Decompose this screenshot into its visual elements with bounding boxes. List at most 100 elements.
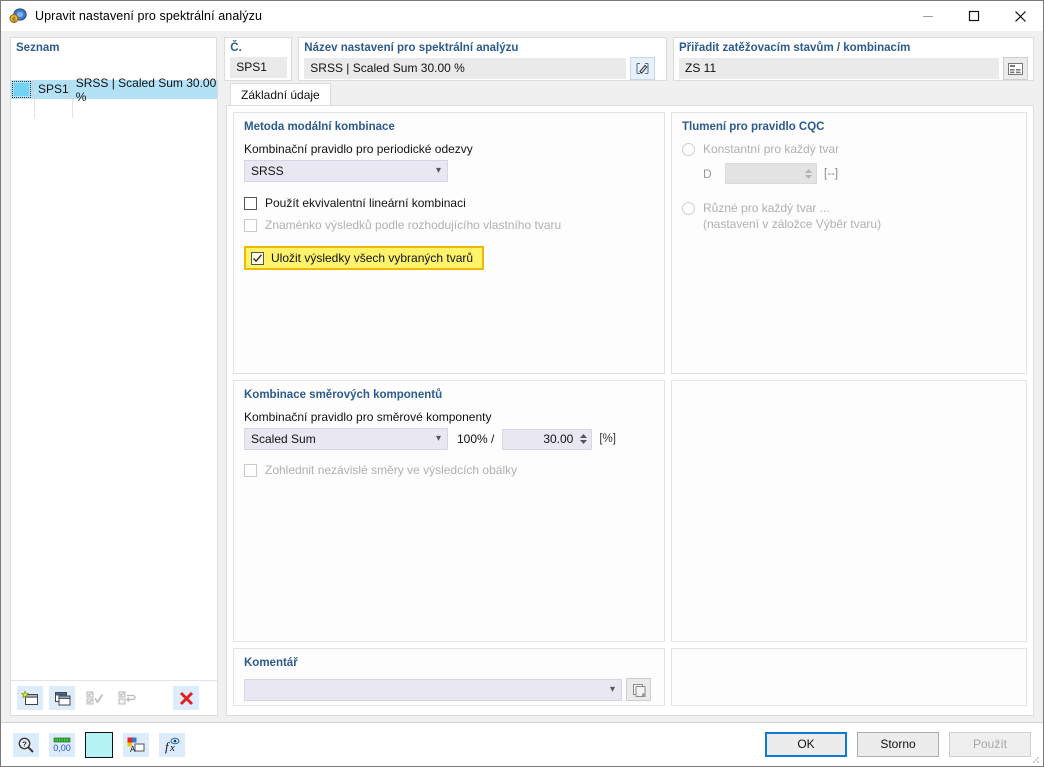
right-column: Tlumení pro pravidlo CQC Konstantní pro … bbox=[671, 112, 1027, 709]
resize-grip[interactable] bbox=[1030, 754, 1040, 764]
modal-combination-title: Metoda modální kombinace bbox=[244, 121, 654, 133]
magnifier-question-icon[interactable]: ? bbox=[13, 733, 39, 757]
checkbox-equivalent-linear[interactable] bbox=[244, 197, 257, 210]
checkbox-sign-of-results-label: Znaménko výsledků podle rozhodujícího vl… bbox=[265, 218, 561, 232]
radio-constant-per-shape-label: Konstantní pro každý tvar bbox=[703, 142, 839, 156]
dialog-buttons: OK Storno Použít bbox=[765, 732, 1031, 757]
number-format-icon[interactable]: 0,00 bbox=[49, 733, 75, 757]
independent-directions-row: Zohlednit nezávislé směry ve výsledcích … bbox=[244, 463, 654, 477]
radio-various-per-shape bbox=[682, 202, 695, 215]
number-field[interactable]: SPS1 bbox=[230, 57, 287, 78]
damping-spare-panel bbox=[671, 380, 1027, 642]
assign-field[interactable]: ZS 11 bbox=[679, 58, 999, 79]
comment-row: ▾ bbox=[244, 678, 654, 701]
radio-constant-per-shape bbox=[682, 143, 695, 156]
tab-zakladni-udaje[interactable]: Základní údaje bbox=[230, 83, 331, 105]
color-swatch bbox=[11, 80, 33, 99]
copy-window-icon[interactable] bbox=[49, 686, 75, 710]
checkbox-independent-directions bbox=[244, 464, 257, 477]
tab-strip: Základní údaje bbox=[226, 81, 1034, 105]
damping-d-label: D bbox=[703, 167, 725, 181]
row-description: SRSS | Scaled Sum 30.00 % bbox=[70, 76, 217, 104]
number-group: Č. SPS1 bbox=[224, 37, 292, 81]
ok-button[interactable]: OK bbox=[765, 732, 847, 757]
radio-various-per-shape-label: Různé pro každý tvar ... bbox=[703, 201, 830, 215]
modal-combination-panel: Metoda modální kombinace Kombinační prav… bbox=[233, 112, 665, 374]
apply-button[interactable]: Použít bbox=[949, 732, 1031, 757]
percent-unit: [%] bbox=[599, 433, 616, 445]
periodic-rule-select[interactable]: SRSS ▾ bbox=[244, 160, 448, 182]
name-group: Název nastavení pro spektrální analýzu S… bbox=[298, 37, 667, 81]
invert-selection-icon[interactable] bbox=[113, 686, 139, 710]
percent-value: 30.00 bbox=[543, 432, 573, 446]
svg-text:0,00: 0,00 bbox=[53, 743, 71, 753]
periodic-rule-label: Kombinační pravidlo pro periodické odezv… bbox=[244, 142, 654, 156]
chevron-down-icon: ▾ bbox=[610, 685, 615, 695]
radio-constant-per-shape-row: Konstantní pro každý tvar bbox=[682, 142, 1016, 156]
percent-static-label: 100% / bbox=[457, 432, 494, 446]
checkbox-independent-directions-label: Zohlednit nezávislé směry ve výsledcích … bbox=[265, 463, 517, 477]
copy-pages-icon[interactable] bbox=[626, 678, 651, 701]
window-title: Upravit nastavení pro spektrální analýzu bbox=[35, 9, 262, 23]
directional-rule-label: Kombinační pravidlo pro směrové komponen… bbox=[244, 410, 654, 424]
list-group-title: Seznam bbox=[16, 41, 211, 55]
table-picker-icon[interactable] bbox=[1003, 57, 1028, 80]
comment-panel: Komentář ▾ bbox=[233, 648, 665, 706]
equivalent-linear-combination-row[interactable]: Použít ekvivalentní lineární kombinaci bbox=[244, 196, 654, 210]
comment-spare-panel bbox=[671, 648, 1027, 706]
radio-various-per-shape-note: (nastavení v záložce Výběr tvaru) bbox=[703, 217, 1016, 232]
color-swatch-icon[interactable] bbox=[85, 732, 113, 758]
bottom-tools: ? 0,00 A bbox=[13, 732, 185, 758]
dialog-window: 6 Upravit nastavení pro spektrální analý… bbox=[0, 0, 1044, 767]
function-eye-icon[interactable]: f x bbox=[159, 733, 185, 757]
comment-title: Komentář bbox=[244, 657, 654, 669]
directional-rule-row: Scaled Sum ▾ 100% / 30.00 bbox=[244, 428, 654, 450]
check-all-icon[interactable] bbox=[81, 686, 107, 710]
periodic-rule-value: SRSS bbox=[251, 164, 436, 178]
list-group-header: Seznam bbox=[10, 37, 217, 81]
sign-of-results-row: Znaménko výsledků podle rozhodujícího vl… bbox=[244, 218, 654, 232]
edit-pencil-icon[interactable] bbox=[630, 57, 655, 80]
damping-panel: Tlumení pro pravidlo CQC Konstantní pro … bbox=[671, 112, 1027, 374]
minimize-button[interactable] bbox=[905, 1, 951, 31]
damping-title: Tlumení pro pravidlo CQC bbox=[682, 121, 1016, 133]
maximize-button[interactable] bbox=[951, 1, 997, 31]
comment-combo[interactable]: ▾ bbox=[244, 679, 622, 701]
save-all-shapes-row[interactable]: Uložit výsledky všech vybraných tvarů bbox=[244, 246, 484, 270]
display-props-icon[interactable]: A bbox=[123, 733, 149, 757]
spectral-analysis-icon: 6 bbox=[8, 6, 28, 26]
checkbox-save-all-shapes-label: Uložit výsledky všech vybraných tvarů bbox=[271, 251, 473, 265]
stepper-arrows-icon[interactable] bbox=[579, 433, 588, 445]
name-field[interactable]: SRSS | Scaled Sum 30.00 % bbox=[304, 58, 626, 79]
row-id: SPS1 bbox=[33, 80, 70, 99]
stepper-arrows-icon bbox=[804, 168, 813, 180]
new-window-icon[interactable] bbox=[17, 686, 43, 710]
red-x-icon[interactable] bbox=[173, 686, 199, 710]
tab-page: Metoda modální kombinace Kombinační prav… bbox=[226, 105, 1034, 716]
cancel-button[interactable]: Storno bbox=[857, 732, 939, 757]
assign-group-title: Přiřadit zatěžovacím stavům / kombinacím bbox=[679, 41, 1028, 55]
top-group-strip: Seznam Č. SPS1 Název nastavení pro spekt… bbox=[1, 31, 1043, 81]
damping-value-row: D [--] bbox=[703, 163, 1016, 184]
title-bar: 6 Upravit nastavení pro spektrální analý… bbox=[1, 1, 1043, 31]
name-group-title: Název nastavení pro spektrální analýzu bbox=[304, 41, 661, 55]
bottom-bar: ? 0,00 A bbox=[1, 722, 1043, 766]
percent-value-stepper[interactable]: 30.00 bbox=[502, 429, 592, 450]
content-panel: Základní údaje Metoda modální kombinace … bbox=[218, 81, 1034, 716]
directional-rule-select[interactable]: Scaled Sum ▾ bbox=[244, 428, 448, 450]
damping-d-stepper bbox=[725, 163, 817, 184]
items-list[interactable]: SPS1 SRSS | Scaled Sum 30.00 % bbox=[11, 80, 217, 680]
list-toolbar bbox=[11, 680, 217, 715]
window-controls bbox=[905, 1, 1043, 31]
left-column: Metoda modální kombinace Kombinační prav… bbox=[233, 112, 665, 709]
dialog-body: SPS1 SRSS | Scaled Sum 30.00 % bbox=[1, 81, 1043, 716]
chevron-down-icon: ▾ bbox=[436, 434, 441, 444]
list-panel: SPS1 SRSS | Scaled Sum 30.00 % bbox=[10, 80, 218, 716]
number-group-title: Č. bbox=[230, 41, 286, 55]
assign-group: Přiřadit zatěžovacím stavům / kombinacím… bbox=[673, 37, 1034, 81]
directional-combination-panel: Kombinace směrových komponentů Kombinačn… bbox=[233, 380, 665, 642]
table-row[interactable]: SPS1 SRSS | Scaled Sum 30.00 % bbox=[11, 80, 217, 99]
close-button[interactable] bbox=[997, 1, 1043, 31]
damping-d-unit: [--] bbox=[824, 168, 838, 180]
checkbox-save-all-shapes[interactable] bbox=[251, 252, 264, 265]
